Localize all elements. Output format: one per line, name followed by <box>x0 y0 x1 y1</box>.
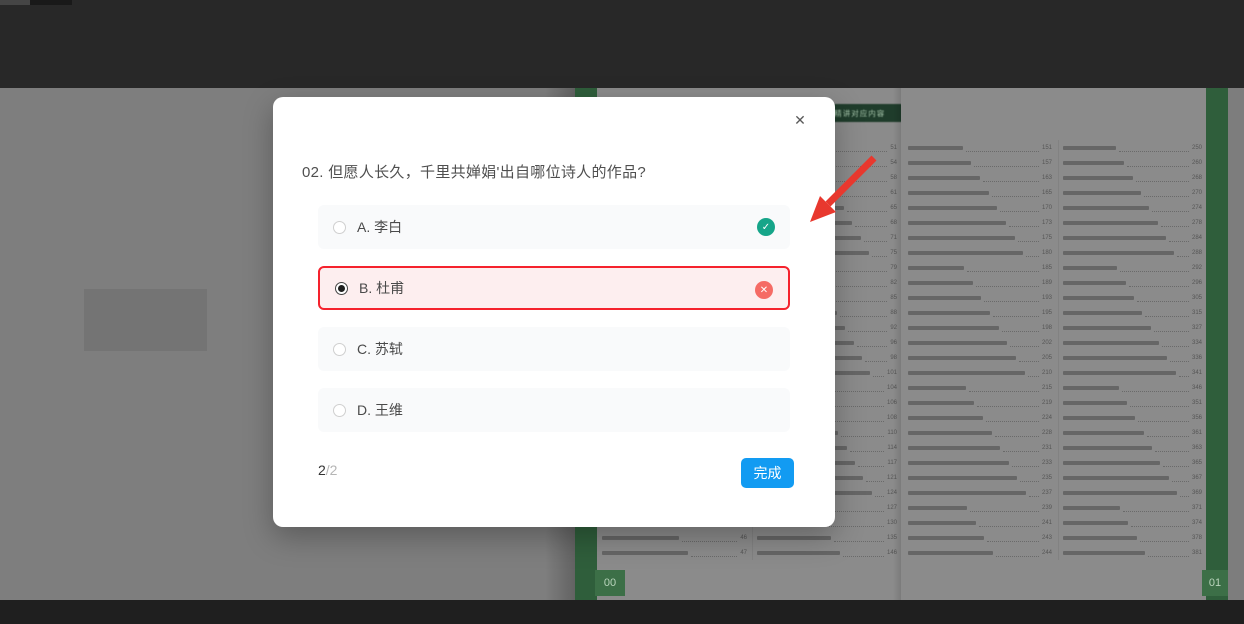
toc-row: 231 <box>908 440 1052 455</box>
radio-icon[interactable] <box>333 404 346 417</box>
toc-row: 351 <box>1063 395 1202 410</box>
progress-indicator: 2/2 <box>318 455 337 485</box>
option-label: D. 王维 <box>357 400 403 420</box>
progress-total: /2 <box>326 462 338 478</box>
toc-row: 198 <box>908 320 1052 335</box>
option-label: B. 杜甫 <box>359 278 404 298</box>
topbar-tab-notch <box>30 0 72 5</box>
toc-row: 241 <box>908 515 1052 530</box>
toc-row: 315 <box>1063 305 1202 320</box>
bottom-toolbar <box>0 600 1244 624</box>
toc-row: 381 <box>1063 545 1202 560</box>
toc-row: 367 <box>1063 470 1202 485</box>
toc-row: 193 <box>908 290 1052 305</box>
toc-row: 180 <box>908 245 1052 260</box>
toc-row: 327 <box>1063 320 1202 335</box>
toc-row: 185 <box>908 260 1052 275</box>
option-C[interactable]: C. 苏轼 <box>318 327 790 371</box>
option-A[interactable]: A. 李白 ✓ <box>318 205 790 249</box>
option-D[interactable]: D. 王维 <box>318 388 790 432</box>
toc-row: 288 <box>1063 245 1202 260</box>
option-label: A. 李白 <box>357 217 402 237</box>
toc-row: 346 <box>1063 380 1202 395</box>
toc-row: 224 <box>908 410 1052 425</box>
toc-row: 356 <box>1063 410 1202 425</box>
book-page-right: 1511571631651701731751801851891931951982… <box>901 88 1228 600</box>
toc-column: 1511571631651701731751801851891931951982… <box>908 140 1052 560</box>
page-number-badge-left: 00 <box>595 570 625 596</box>
toc-row: 237 <box>908 485 1052 500</box>
toc-row: 243 <box>908 530 1052 545</box>
screen: 本书目录与精讲对应内容 4679111214161719212224262729… <box>0 0 1244 624</box>
page-number-badge-right: 01 <box>1202 570 1228 596</box>
toc-row: 47 <box>602 545 747 560</box>
question-text: 02. 但愿人长久，千里共婵娟'出自哪位诗人的作品? <box>302 161 646 182</box>
toc-row: 235 <box>908 470 1052 485</box>
page-green-edge-right <box>1206 88 1228 600</box>
toc-row: 260 <box>1063 155 1202 170</box>
option-label: C. 苏轼 <box>357 339 403 359</box>
toc-row: 369 <box>1063 485 1202 500</box>
toc-row: 296 <box>1063 275 1202 290</box>
toc-row: 219 <box>908 395 1052 410</box>
radio-icon[interactable] <box>333 343 346 356</box>
toc-row: 46 <box>602 530 747 545</box>
toc-row: 151 <box>908 140 1052 155</box>
options-list: A. 李白 ✓ B. 杜甫 ✕ C. 苏轼 D. 王维 <box>318 205 790 449</box>
progress-current: 2 <box>318 462 326 478</box>
close-icon[interactable]: ✕ <box>791 111 809 129</box>
finish-button[interactable]: 完成 <box>741 458 794 488</box>
toc-row: 334 <box>1063 335 1202 350</box>
toc-row: 215 <box>908 380 1052 395</box>
quiz-modal: ✕ 02. 但愿人长久，千里共婵娟'出自哪位诗人的作品? A. 李白 ✓ B. 杜甫… <box>273 97 835 527</box>
toc-row: 270 <box>1063 185 1202 200</box>
toc-row: 205 <box>908 350 1052 365</box>
toc-row: 165 <box>908 185 1052 200</box>
toc-row: 250 <box>1063 140 1202 155</box>
radio-selected-icon[interactable] <box>335 282 348 295</box>
toc-row: 341 <box>1063 365 1202 380</box>
toc-row: 305 <box>1063 290 1202 305</box>
toc-row: 146 <box>757 545 897 560</box>
toc-row: 175 <box>908 230 1052 245</box>
toc-row: 233 <box>908 455 1052 470</box>
option-B[interactable]: B. 杜甫 ✕ <box>318 266 790 310</box>
toc-row: 195 <box>908 305 1052 320</box>
toc-row: 228 <box>908 425 1052 440</box>
toc-row: 244 <box>908 545 1052 560</box>
toc-row: 157 <box>908 155 1052 170</box>
toc-row: 278 <box>1063 215 1202 230</box>
toc-row: 371 <box>1063 500 1202 515</box>
toc-row: 173 <box>908 215 1052 230</box>
toc-row: 274 <box>1063 200 1202 215</box>
dimmed-panel <box>84 289 207 351</box>
correct-check-icon: ✓ <box>757 218 775 236</box>
toc-row: 239 <box>908 500 1052 515</box>
toc-row: 336 <box>1063 350 1202 365</box>
toc-row: 189 <box>908 275 1052 290</box>
toc-row: 268 <box>1063 170 1202 185</box>
topbar-corner <box>0 0 30 5</box>
top-toolbar <box>0 0 1244 88</box>
toc-row: 363 <box>1063 440 1202 455</box>
toc-row: 202 <box>908 335 1052 350</box>
toc-row: 361 <box>1063 425 1202 440</box>
toc-row: 163 <box>908 170 1052 185</box>
toc-column: 2502602682702742782842882922963053153273… <box>1058 140 1202 560</box>
toc-row: 365 <box>1063 455 1202 470</box>
wrong-cross-icon: ✕ <box>755 281 773 299</box>
toc-row: 378 <box>1063 530 1202 545</box>
toc-row: 374 <box>1063 515 1202 530</box>
toc-row: 210 <box>908 365 1052 380</box>
toc-row: 292 <box>1063 260 1202 275</box>
toc-row: 170 <box>908 200 1052 215</box>
radio-icon[interactable] <box>333 221 346 234</box>
toc-row: 284 <box>1063 230 1202 245</box>
toc-row: 135 <box>757 530 897 545</box>
